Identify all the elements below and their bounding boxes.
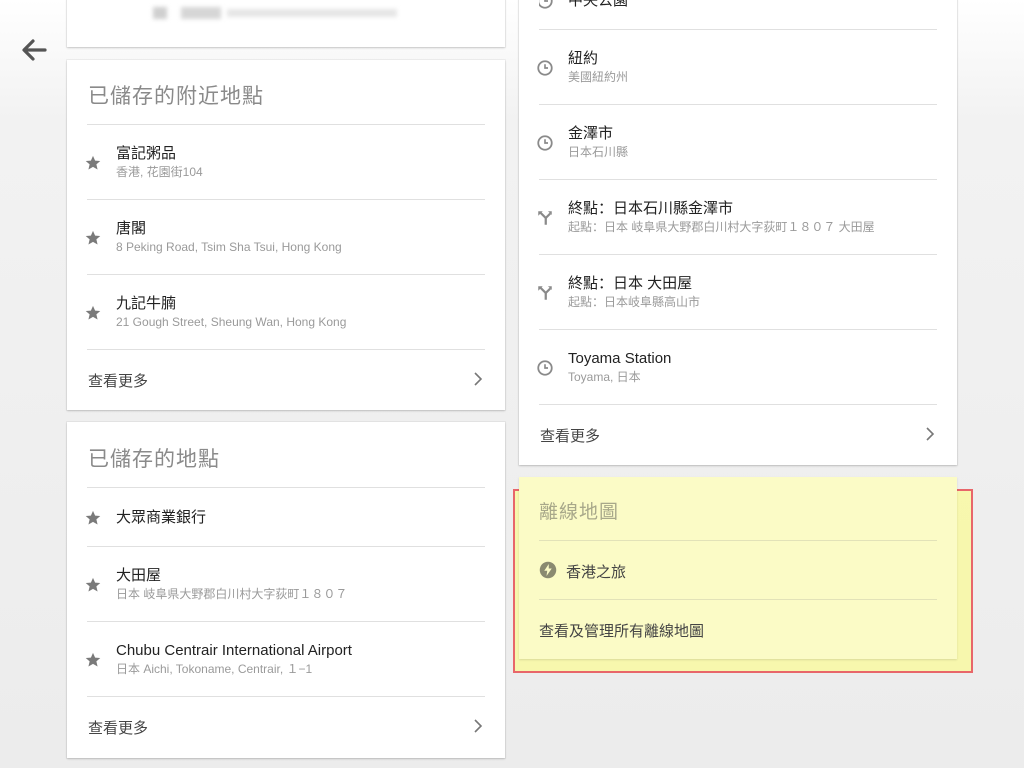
item-title: 紐約 [568, 50, 599, 67]
clock-icon [537, 59, 553, 76]
item-title: 唐閣 [116, 220, 147, 237]
blurred-content [153, 7, 397, 19]
arrow-left-icon [22, 39, 47, 61]
star-icon [85, 230, 101, 245]
offline-maps-card: 離線地圖 香港之旅 查看及管理所有離線地圖 [519, 477, 957, 659]
list-item[interactable]: 紐約 美國紐約州 [537, 29, 937, 105]
card-title: 離線地圖 [539, 502, 620, 523]
item-detail: 起點：日本岐阜縣高山市 [568, 295, 701, 309]
see-more-button[interactable]: 查看更多 [539, 404, 937, 465]
list-item[interactable]: 富記粥品 香港, 花園街104 [85, 124, 485, 200]
manage-offline-maps-button[interactable]: 查看及管理所有離線地圖 [539, 599, 937, 660]
item-detail: 8 Peking Road, Tsim Sha Tsui, Hong Kong [116, 240, 342, 254]
item-title: Toyama Station [568, 350, 672, 367]
list-item[interactable]: 唐閣 8 Peking Road, Tsim Sha Tsui, Hong Ko… [85, 199, 485, 275]
chevron-right-icon [926, 427, 935, 441]
list-item[interactable]: 大田屋 日本 岐阜県大野郡白川村大字荻町１８０７ [85, 546, 485, 622]
list-item-partial[interactable]: 中央公園 [539, 0, 937, 29]
item-detail: 香港, 花園街104 [116, 165, 203, 179]
offline-map-item[interactable]: 香港之旅 [539, 540, 937, 599]
item-title: Chubu Centrair International Airport [116, 642, 352, 659]
page: 已儲存的附近地點 富記粥品 香港, 花園街104 唐閣 8 Peking Roa… [0, 0, 1024, 768]
item-detail: 21 Gough Street, Sheung Wan, Hong Kong [116, 315, 347, 329]
clock-icon [539, 0, 553, 9]
see-more-label: 查看更多 [88, 373, 149, 390]
star-icon [85, 652, 101, 667]
clock-icon [537, 134, 553, 151]
chevron-right-icon [474, 719, 483, 733]
item-title: 大田屋 [116, 567, 162, 584]
manage-offline-maps-label: 查看及管理所有離線地圖 [539, 623, 705, 640]
item-title: 終點：日本石川縣金澤市 [568, 200, 734, 217]
list-item[interactable]: 終點：日本 大田屋 起點：日本岐阜縣高山市 [538, 254, 937, 330]
top-partial-card [67, 0, 505, 47]
directions-icon [538, 210, 552, 225]
item-detail: 日本石川縣 [568, 145, 629, 159]
item-detail: 日本 岐阜県大野郡白川村大字荻町１８０７ [116, 587, 348, 601]
history-card: 中央公園 紐約 美國紐約州 金澤市 日本石川縣 終點：日本石川縣金澤市 起點：日… [519, 0, 957, 465]
list-item[interactable]: 大眾商業銀行 [85, 487, 485, 547]
see-more-button[interactable]: 查看更多 [87, 349, 485, 410]
chevron-right-icon [474, 372, 483, 386]
item-title: 富記粥品 [116, 145, 177, 162]
clock-icon [537, 359, 553, 376]
star-icon [85, 577, 101, 592]
directions-icon [538, 285, 552, 300]
star-icon [85, 510, 101, 525]
list-item[interactable]: Chubu Centrair International Airport 日本 … [85, 621, 485, 697]
list-item[interactable]: 金澤市 日本石川縣 [537, 104, 937, 180]
item-detail: Toyama, 日本 [568, 370, 641, 384]
item-title: 九記牛腩 [116, 295, 177, 312]
item-title: 終點：日本 大田屋 [568, 275, 693, 292]
offline-map-name: 香港之旅 [566, 564, 627, 581]
item-title: 中央公園 [568, 0, 629, 9]
item-detail: 起點：日本 岐阜県大野郡白川村大字荻町１８０７ 大田屋 [568, 220, 875, 234]
item-detail: 美國紐約州 [568, 70, 629, 84]
card-title: 已儲存的地點 [88, 448, 220, 471]
item-detail: 日本 Aichi, Tokoname, Centrair, １−1 [116, 662, 313, 676]
list-item[interactable]: Toyama Station Toyama, 日本 [537, 329, 937, 405]
bolt-icon [539, 561, 557, 579]
item-title: 大眾商業銀行 [116, 509, 207, 526]
card-title: 已儲存的附近地點 [88, 85, 264, 108]
star-icon [85, 305, 101, 320]
see-more-button[interactable]: 查看更多 [87, 696, 485, 757]
see-more-label: 查看更多 [88, 720, 149, 737]
item-title: 金澤市 [568, 125, 614, 142]
list-item[interactable]: 終點：日本石川縣金澤市 起點：日本 岐阜県大野郡白川村大字荻町１８０７ 大田屋 [538, 179, 937, 255]
star-icon [85, 155, 101, 170]
saved-nearby-card: 已儲存的附近地點 富記粥品 香港, 花園街104 唐閣 8 Peking Roa… [67, 60, 505, 410]
list-item[interactable]: 九記牛腩 21 Gough Street, Sheung Wan, Hong K… [85, 274, 485, 350]
see-more-label: 查看更多 [540, 428, 601, 445]
back-button[interactable] [16, 32, 52, 68]
saved-places-card: 已儲存的地點 大眾商業銀行 大田屋 日本 岐阜県大野郡白川村大字荻町１８０７ C… [67, 422, 505, 758]
